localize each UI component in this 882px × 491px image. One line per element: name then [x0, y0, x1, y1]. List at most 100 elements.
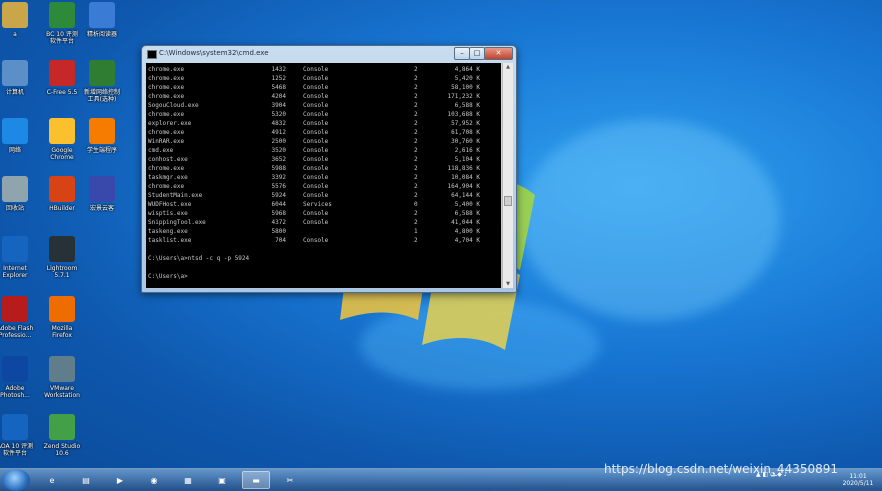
- scrollbar-thumb[interactable]: [504, 196, 512, 206]
- process-session: Console: [303, 93, 329, 100]
- process-mem: 57,952 K: [451, 120, 480, 127]
- process-name: WUDFHost.exe: [148, 201, 192, 208]
- chrome-icon[interactable]: ◉: [140, 471, 168, 489]
- minimize-button[interactable]: –: [454, 47, 470, 60]
- process-pid: 5320: [271, 111, 286, 118]
- process-mem: 64,144 K: [451, 192, 480, 199]
- process-num: 2: [414, 219, 418, 226]
- process-mem: 61,708 K: [451, 129, 480, 136]
- desktop-icon[interactable]: Adobe Photosh...: [0, 356, 38, 399]
- process-pid: 1432: [271, 66, 286, 73]
- process-session: Console: [303, 75, 329, 82]
- desktop-icon-label: Internet Explorer: [2, 265, 28, 279]
- process-pid: 704: [275, 237, 286, 244]
- media-player-icon[interactable]: ▶: [106, 471, 134, 489]
- clock[interactable]: 11:01 2020/5/11: [838, 473, 878, 487]
- process-session: Console: [303, 120, 329, 127]
- bc-app-icon: [49, 2, 75, 28]
- process-num: 2: [414, 120, 418, 127]
- process-pid: 5968: [271, 210, 286, 217]
- aoa-icon: [2, 414, 28, 440]
- process-name: chrome.exe: [148, 84, 185, 91]
- start-button[interactable]: [2, 469, 30, 491]
- desktop-icon[interactable]: Lightroom 5.7.1: [39, 236, 85, 279]
- scroll-down-icon[interactable]: ▼: [503, 280, 513, 288]
- user-folder-icon: [2, 2, 28, 28]
- process-mem: 5,420 K: [454, 75, 480, 82]
- process-mem: 58,100 K: [451, 84, 480, 91]
- desktop-icon-label: Mozilla Firefox: [51, 325, 73, 339]
- desktop-icon[interactable]: 网络: [0, 118, 38, 154]
- ie-icon[interactable]: e: [38, 471, 66, 489]
- process-row: cmd.exe 3520 Console 2 2,616 K: [148, 146, 498, 155]
- process-session: Console: [303, 111, 329, 118]
- process-row: chrome.exe 4204 Console 2 171,232 K: [148, 92, 498, 101]
- process-num: 2: [414, 93, 418, 100]
- process-num: 2: [414, 165, 418, 172]
- console-output[interactable]: chrome.exe 1432 Console 2 4,864 K chrome.exe 1…: [146, 63, 501, 288]
- process-row: wisptis.exe 5968 Console 2 6,588 K: [148, 209, 498, 218]
- process-num: 2: [414, 138, 418, 145]
- process-mem: 6,588 K: [454, 102, 480, 109]
- lightroom-icon: [49, 236, 75, 262]
- process-name: StudentMain.exe: [148, 192, 203, 199]
- process-name: taskeng.exe: [148, 228, 188, 235]
- process-num: 2: [414, 183, 418, 190]
- desktop-icon[interactable]: 学生端程序: [79, 118, 125, 154]
- cfree-icon: [49, 60, 75, 86]
- desktop-icon-label: Adobe Photosh...: [0, 385, 30, 399]
- process-mem: 103,688 K: [447, 111, 480, 118]
- cmd-window[interactable]: C:\Windows\system32\cmd.exe – □ ✕ chrome…: [141, 45, 517, 293]
- process-row: conhost.exe 3652 Console 2 5,104 K: [148, 155, 498, 164]
- window-title: C:\Windows\system32\cmd.exe: [159, 49, 269, 57]
- clock-time: 11:01: [849, 473, 867, 480]
- process-session: Console: [303, 84, 329, 91]
- desktop-icon[interactable]: 宏景云客: [79, 176, 125, 212]
- desktop-icon[interactable]: a: [0, 2, 38, 38]
- process-name: tasklist.exe: [148, 237, 192, 244]
- process-session: Console: [303, 210, 329, 217]
- process-num: 2: [414, 156, 418, 163]
- process-mem: 4,704 K: [454, 237, 480, 244]
- app-icon[interactable]: ▣: [208, 471, 236, 489]
- maximize-button[interactable]: □: [469, 47, 485, 60]
- snipping-icon[interactable]: ✂: [276, 471, 304, 489]
- desktop-icon[interactable]: VMware Workstation: [39, 356, 85, 399]
- process-num: 2: [414, 66, 418, 73]
- process-mem: 164,904 K: [447, 183, 480, 190]
- title-bar[interactable]: C:\Windows\system32\cmd.exe – □ ✕: [142, 46, 516, 62]
- desktop-icon[interactable]: Internet Explorer: [0, 236, 38, 279]
- process-pid: 4832: [271, 120, 286, 127]
- process-row: StudentMain.exe 5924 Console 2 64,144 K: [148, 191, 498, 200]
- process-row: chrome.exe 5988 Console 2 118,836 K: [148, 164, 498, 173]
- desktop-icon[interactable]: 精析阅读器: [79, 2, 125, 38]
- process-session: Services: [303, 201, 332, 208]
- desktop-icon[interactable]: 新增网络控制 工具(选种): [79, 60, 125, 103]
- cmd-icon[interactable]: ▬: [242, 471, 270, 489]
- zend-icon: [49, 414, 75, 440]
- desktop-icon-label: a: [13, 31, 17, 38]
- winrar-icon[interactable]: ▦: [174, 471, 202, 489]
- desktop-icon[interactable]: AOA 10 评测 软件平台: [0, 414, 38, 457]
- process-session: Console: [303, 129, 329, 136]
- desktop-icon-label: 精析阅读器: [86, 31, 117, 38]
- desktop-icon[interactable]: 计算机: [0, 60, 38, 96]
- process-mem: 6,588 K: [454, 210, 480, 217]
- desktop-icon-label: 回收站: [5, 205, 24, 212]
- process-mem: 4,864 K: [454, 66, 480, 73]
- scroll-up-icon[interactable]: ▲: [503, 63, 513, 71]
- desktop-icon[interactable]: Adobe Flash Professio...: [0, 296, 38, 339]
- desktop-icon[interactable]: Mozilla Firefox: [39, 296, 85, 339]
- process-pid: 3904: [271, 102, 286, 109]
- process-session: Console: [303, 219, 329, 226]
- desktop-icon-label: 学生端程序: [86, 147, 117, 154]
- close-button[interactable]: ✕: [484, 47, 513, 60]
- process-row: taskmgr.exe 3392 Console 2 10,084 K: [148, 173, 498, 182]
- vertical-scrollbar[interactable]: ▲ ▼: [502, 63, 513, 288]
- desktop-icon[interactable]: Zend Studio 10.6: [39, 414, 85, 457]
- process-session: Console: [303, 192, 329, 199]
- desktop-icon[interactable]: 回收站: [0, 176, 38, 212]
- process-name: SnippingTool.exe: [148, 219, 206, 226]
- explorer-icon[interactable]: ▤: [72, 471, 100, 489]
- computer-icon: [2, 60, 28, 86]
